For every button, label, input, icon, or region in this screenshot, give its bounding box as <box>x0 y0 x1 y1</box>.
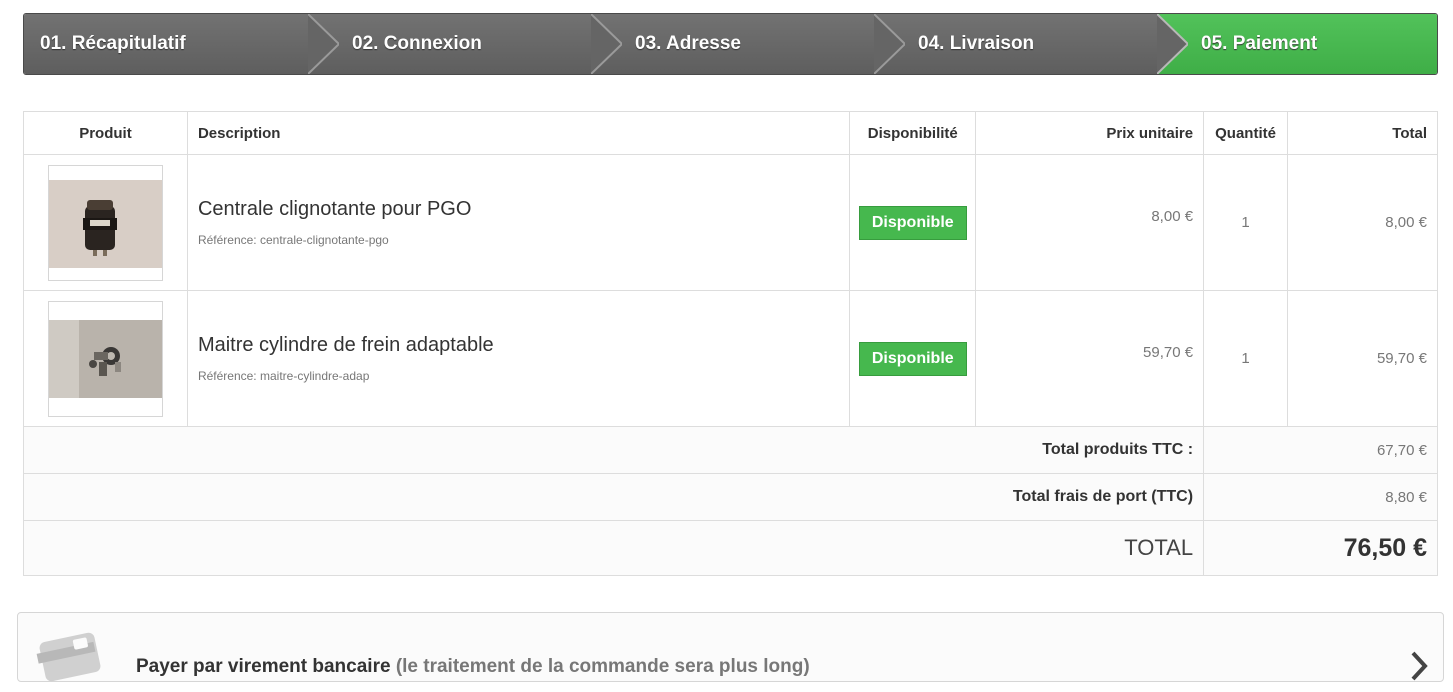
quantity: 1 <box>1241 350 1250 367</box>
total-shipping-value: 8,80 € <box>1203 473 1438 521</box>
step-arrow-icon <box>308 14 339 74</box>
product-photo-icon <box>48 319 162 398</box>
line-total: 59,70 € <box>1376 350 1427 367</box>
header-total: Total <box>1287 111 1438 155</box>
chevron-right-icon <box>1409 651 1429 686</box>
payment-note: (le traitement de la commande sera plus … <box>395 656 810 677</box>
checkout-steps: 01. Récapitulatif 02. Connexion 03. Adre… <box>23 13 1438 75</box>
step-label: 05. Paiement <box>1201 33 1318 54</box>
product-name[interactable]: Maitre cylindre de frein adaptable <box>198 334 848 357</box>
product-thumbnail[interactable] <box>47 300 163 417</box>
bank-card-icon <box>36 627 106 692</box>
product-name[interactable]: Centrale clignotante pour PGO <box>198 198 848 221</box>
product-image-cell <box>23 154 188 291</box>
total-products-label: Total produits TTC : <box>22 426 1205 474</box>
step-label: 01. Récapitulatif <box>40 33 186 54</box>
step-paiement[interactable]: 05. Paiement <box>1157 14 1437 74</box>
product-reference: Référence: maitre-cylindre-adap <box>198 369 848 383</box>
total-shipping-row: Total frais de port (TTC) 8,80 € <box>22 473 1438 521</box>
payment-label: Payer par virement bancaire <box>136 656 391 677</box>
step-label: 03. Adresse <box>635 33 741 54</box>
product-description-cell: Maitre cylindre de frein adaptable Référ… <box>186 290 851 427</box>
step-label: 04. Livraison <box>918 33 1035 54</box>
header-quantity: Quantité <box>1203 111 1289 155</box>
step-arrow-icon <box>591 14 622 74</box>
quantity: 1 <box>1241 214 1250 231</box>
step-adresse[interactable]: 03. Adresse <box>591 14 905 74</box>
availability-badge: Disponible <box>858 341 967 376</box>
step-recapitulatif[interactable]: 01. Récapitulatif <box>24 14 339 74</box>
product-photo-icon <box>48 179 162 268</box>
quantity-cell: 1 <box>1203 290 1289 427</box>
line-total: 8,00 € <box>1385 214 1427 231</box>
step-label: 02. Connexion <box>352 33 482 54</box>
availability-cell: Disponible <box>849 154 977 291</box>
step-arrow-icon <box>874 14 905 74</box>
total-products-amount: 67,70 € <box>1376 441 1427 459</box>
total-shipping-label: Total frais de port (TTC) <box>22 473 1205 521</box>
product-thumbnail[interactable] <box>47 164 163 281</box>
line-total-cell: 8,00 € <box>1287 154 1438 291</box>
grand-total-value: 76,50 € <box>1203 520 1438 576</box>
table-header-row: Produit Description Disponibilité Prix u… <box>23 111 1438 155</box>
availability-badge: Disponible <box>858 205 967 240</box>
reference-value: centrale-clignotante-pgo <box>259 233 389 247</box>
step-livraison[interactable]: 04. Livraison <box>874 14 1188 74</box>
reference-label: Référence: <box>197 233 257 247</box>
unit-price-cell: 8,00 € <box>975 154 1205 291</box>
product-description-cell: Centrale clignotante pour PGO Référence:… <box>186 154 851 291</box>
grand-total-label: TOTAL <box>22 520 1205 576</box>
total-products-row: Total produits TTC : 67,70 € <box>22 426 1438 474</box>
table-row: Maitre cylindre de frein adaptable Référ… <box>23 290 1438 427</box>
product-image-cell <box>23 290 188 427</box>
reference-value: maitre-cylindre-adap <box>259 369 370 383</box>
total-products-value: 67,70 € <box>1203 426 1438 474</box>
header-description: Description <box>186 111 851 155</box>
total-shipping-amount: 8,80 € <box>1385 488 1427 506</box>
unit-price: 59,70 € <box>1143 344 1194 361</box>
availability-cell: Disponible <box>849 290 977 427</box>
step-arrow-icon <box>1157 14 1188 74</box>
payment-option-bankwire[interactable]: Payer par virement bancaire (le traiteme… <box>17 612 1444 682</box>
quantity-cell: 1 <box>1203 154 1289 291</box>
header-unit-price: Prix unitaire <box>975 111 1205 155</box>
line-total-cell: 59,70 € <box>1287 290 1438 427</box>
reference-label: Référence: <box>197 369 257 383</box>
header-availability: Disponibilité <box>849 111 977 155</box>
table-row: Centrale clignotante pour PGO Référence:… <box>23 154 1438 291</box>
grand-total-row: TOTAL 76,50 € <box>22 520 1438 576</box>
header-product: Produit <box>23 111 188 155</box>
unit-price-cell: 59,70 € <box>975 290 1205 427</box>
cart-summary-table: Produit Description Disponibilité Prix u… <box>22 111 1438 576</box>
unit-price: 8,00 € <box>1151 208 1194 225</box>
step-connexion[interactable]: 02. Connexion <box>308 14 622 74</box>
payment-label-text[interactable]: Payer par virement bancaire (le traiteme… <box>136 656 810 678</box>
product-reference: Référence: centrale-clignotante-pgo <box>198 233 848 247</box>
